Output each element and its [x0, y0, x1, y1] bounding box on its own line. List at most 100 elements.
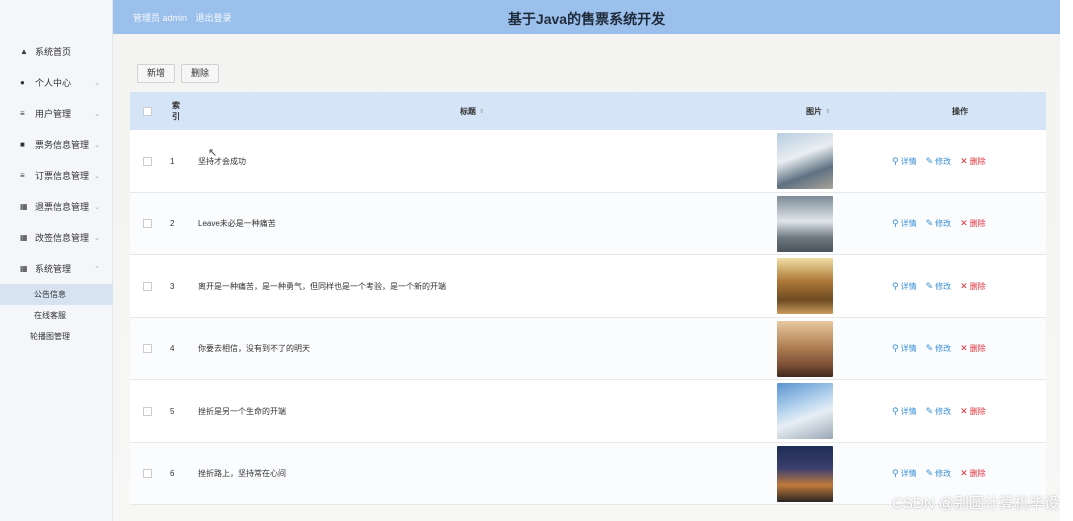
- column-header-index: 索引: [172, 101, 180, 121]
- row-title: 挫折是另一个生命的开端: [198, 406, 286, 416]
- row-checkbox-cell: [143, 443, 152, 505]
- delete-row-button[interactable]: ✕ 删除: [960, 406, 986, 417]
- edit-button[interactable]: ✎ 修改: [926, 468, 952, 479]
- home-icon: ▲: [20, 47, 28, 56]
- delete-button[interactable]: 删除: [181, 64, 220, 83]
- edit-button[interactable]: ✎ 修改: [926, 343, 952, 354]
- row-index: 5: [170, 406, 175, 416]
- announcement-table: 索引 标题 ⇕ 图片 ⇕ 操作 1 坚持才会成功 ⚲详情 ✎修改 ✕删除: [130, 92, 1046, 505]
- sidebar-item-label: 系统管理: [35, 264, 72, 274]
- sidebar-item-ticket-info[interactable]: ■ 票务信息管理 ⌄: [0, 129, 113, 160]
- delete-label: 删除: [969, 281, 986, 291]
- detail-label: 详情: [900, 219, 917, 228]
- row-image-cell: [777, 380, 833, 442]
- sidebar-item-user-management[interactable]: ≡ 用户管理 ⌄: [0, 98, 113, 129]
- sidebar-item-refund-info[interactable]: ▦ 退票信息管理 ⌄: [0, 191, 113, 222]
- delete-label: 删除: [969, 469, 986, 478]
- column-header-actions: 操作: [952, 106, 968, 116]
- submenu-item-announcement[interactable]: 公告信息: [0, 284, 113, 305]
- ticket-icon: ■: [20, 140, 25, 149]
- row-actions: ⚲ 详情 ✎ 修改 ✕ 删除: [892, 130, 986, 192]
- watermark: CSDN @别圆计算机毕设: [892, 495, 1059, 512]
- sidebar-item-label: 退票信息管理: [35, 202, 90, 212]
- sidebar-item-label: 订票信息管理: [35, 171, 90, 181]
- row-index: 2: [170, 219, 175, 228]
- submenu-item-carousel[interactable]: 轮播图管理: [0, 326, 113, 347]
- edit-label: 修改: [935, 344, 952, 353]
- row-title: Leave未必是一种痛苦: [198, 219, 276, 228]
- row-checkbox-cell: [143, 130, 152, 192]
- row-title: 你要去相信，没有到不了的明天: [198, 344, 310, 353]
- delete-row-button[interactable]: ✕ 删除: [960, 468, 986, 479]
- toolbar: 新增 删除: [137, 64, 220, 83]
- sidebar-item-system-management[interactable]: ▦ 系统管理 ⌃: [0, 253, 113, 284]
- submenu-item-online-service[interactable]: 在线客服: [0, 305, 113, 326]
- search-icon: ⚲: [892, 155, 899, 166]
- table-row: 2 Leave未必是一种痛苦 ⚲ 详情 ✎ 修改 ✕ 删除: [130, 192, 1046, 255]
- pencil-icon: ✎: [925, 155, 934, 166]
- row-checkbox-cell: [143, 380, 152, 442]
- edit-label: 修改: [935, 156, 952, 166]
- detail-label: 详情: [900, 281, 917, 291]
- pencil-icon: ✎: [925, 405, 934, 416]
- row-thumbnail-image: [777, 133, 833, 189]
- delete-row-button[interactable]: ✕ 删除: [960, 156, 986, 167]
- select-all-checkbox[interactable]: [143, 106, 152, 116]
- sidebar-item-home[interactable]: ▲ 系统首页: [0, 36, 113, 67]
- detail-button[interactable]: ⚲ 详情: [892, 406, 917, 417]
- table-row: 3 离开是一种痛苦，是一种勇气，但同样也是一个考验，是一个新的开端 ⚲ 详情 ✎ 修…: [130, 255, 1046, 318]
- sidebar-item-booking-info[interactable]: ≡ 订票信息管理 ⌄: [0, 160, 113, 191]
- sidebar-item-label: 个人中心: [35, 78, 72, 88]
- row-image-cell: [777, 193, 833, 255]
- row-checkbox[interactable]: [143, 219, 152, 228]
- edit-button[interactable]: ✎ 修改: [926, 406, 952, 417]
- add-button[interactable]: 新增: [137, 64, 176, 83]
- row-checkbox[interactable]: [143, 156, 152, 166]
- search-icon: ⚲: [892, 405, 899, 416]
- list-icon: ≡: [20, 171, 25, 180]
- edit-button[interactable]: ✎ 修改: [926, 156, 952, 167]
- row-index: 3: [170, 281, 175, 291]
- chevron-down-icon: ⌄: [94, 234, 100, 242]
- sidebar: ▲ 系统首页 ● 个人中心 ⌄ ≡ 用户管理 ⌄ ■ 票务信息管理 ⌄ ≡ 订票…: [0, 0, 113, 521]
- column-header-image[interactable]: 图片 ⇕: [806, 92, 830, 130]
- row-index: 4: [170, 344, 175, 353]
- column-header-title[interactable]: 标题 ⇕: [460, 92, 484, 130]
- row-actions: ⚲ 详情 ✎ 修改 ✕ 删除: [892, 318, 986, 380]
- detail-label: 详情: [900, 469, 917, 478]
- edit-button[interactable]: ✎ 修改: [926, 218, 952, 229]
- grid-icon: ▦: [20, 233, 28, 242]
- detail-button[interactable]: ⚲ 详情: [892, 218, 917, 229]
- row-checkbox[interactable]: [143, 469, 152, 478]
- detail-button[interactable]: ⚲ 详情: [892, 468, 917, 479]
- delete-row-button[interactable]: ✕ 删除: [960, 343, 986, 354]
- delete-label: 删除: [969, 344, 986, 353]
- detail-label: 详情: [900, 406, 917, 416]
- row-checkbox[interactable]: [143, 281, 152, 291]
- row-checkbox-cell: [143, 255, 152, 317]
- row-image-cell: [777, 443, 833, 505]
- edit-label: 修改: [935, 406, 952, 416]
- sidebar-item-personal-center[interactable]: ● 个人中心 ⌄: [0, 67, 113, 98]
- detail-label: 详情: [900, 156, 917, 166]
- main-content: 新增 删除 索引 标题 ⇕ 图片 ⇕ 操作 1 坚持才会成功 ⚲ 详情 ✎ 修改…: [113, 34, 1060, 521]
- detail-button[interactable]: ⚲ 详情: [892, 343, 917, 354]
- detail-label: 详情: [900, 344, 917, 353]
- sidebar-item-change-info[interactable]: ▦ 改签信息管理 ⌄: [0, 222, 113, 253]
- row-checkbox[interactable]: [143, 406, 152, 416]
- table-body: 1 坚持才会成功 ⚲ 详情 ✎ 修改 ✕ 删除 2 Leave未必是一种痛苦 ⚲ 详情 …: [130, 130, 1046, 505]
- delete-row-button[interactable]: ✕ 删除: [960, 281, 986, 292]
- detail-button[interactable]: ⚲ 详情: [892, 281, 917, 292]
- chevron-down-icon: ⌄: [94, 172, 100, 180]
- row-index: 6: [170, 469, 175, 478]
- close-icon: ✕: [960, 343, 968, 353]
- row-checkbox-cell: [143, 193, 152, 255]
- delete-row-button[interactable]: ✕ 删除: [960, 218, 986, 229]
- edit-button[interactable]: ✎ 修改: [926, 281, 952, 292]
- row-checkbox[interactable]: [143, 344, 152, 353]
- delete-label: 删除: [969, 219, 986, 228]
- search-icon: ⚲: [892, 468, 899, 478]
- sidebar-menu: ▲ 系统首页 ● 个人中心 ⌄ ≡ 用户管理 ⌄ ■ 票务信息管理 ⌄ ≡ 订票…: [0, 36, 113, 347]
- detail-button[interactable]: ⚲ 详情: [892, 156, 917, 167]
- table-row: 5 挫折是另一个生命的开端 ⚲ 详情 ✎ 修改 ✕ 删除: [130, 380, 1046, 443]
